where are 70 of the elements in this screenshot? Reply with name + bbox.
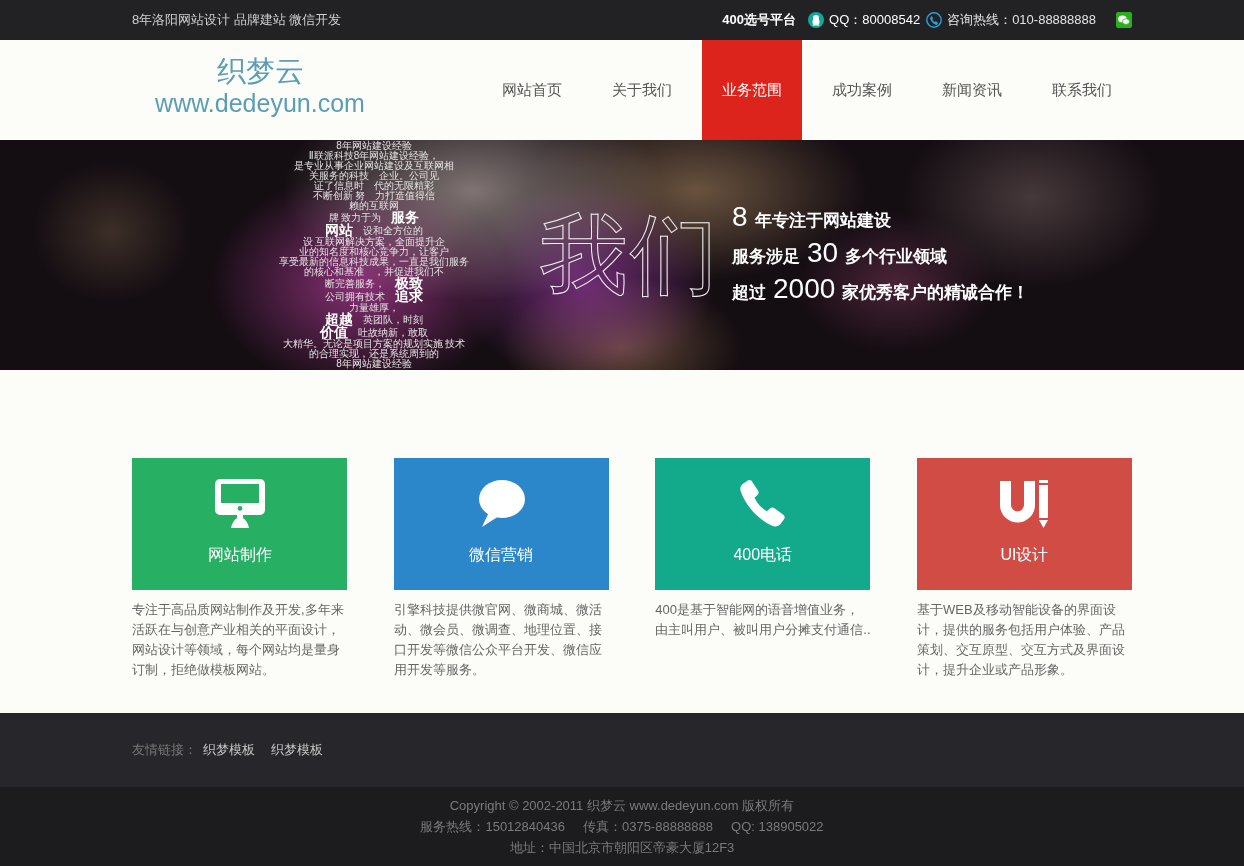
word-cloud-text: 力量雄厚， — [349, 303, 399, 313]
service-description: 基于WEB及移动智能设备的界面设计，提供的服务包括用户体验、产品策划、交互原型、交互方式及界面设计，提升企业或产品形象。 — [916, 601, 1126, 679]
word-cloud-text: 代的无限精彩 — [374, 181, 434, 191]
service-title: 400电话 — [733, 545, 793, 565]
word-cloud-text: 断完善服务， — [325, 278, 385, 289]
nav-item[interactable]: 网站首页 — [482, 40, 582, 140]
service-tile[interactable]: UI设计 — [916, 458, 1132, 590]
word-cloud-text: 证了信息时 — [314, 181, 364, 191]
word-cloud-text: 的合理实现，还是系统周到的 — [309, 349, 439, 359]
slogan-line: 服务涉足 30 多个行业领域 — [732, 237, 949, 270]
service-title: UI设计 — [1000, 545, 1049, 565]
monitor-icon — [213, 478, 266, 530]
logo-url: www.dedeyun.com — [155, 88, 365, 118]
service-title: 网站制作 — [207, 545, 272, 565]
word-cloud-text: 设和全方位的 — [363, 225, 423, 236]
logo-name: 织梦云 — [216, 54, 304, 88]
wechat-icon[interactable] — [1116, 12, 1132, 28]
contact-text: 服务热线：15012840436 — [420, 818, 565, 836]
word-cloud-text: 设 互联网解决方案，全面提升企 — [302, 237, 446, 247]
word-cloud-text: 服务 — [391, 211, 420, 224]
contact-text: 传真：0375-88888888 — [582, 818, 714, 836]
word-cloud-text: 赖的互联网 — [349, 201, 399, 211]
qq-penguin-icon — [808, 12, 825, 28]
slogan-line: 超过 2000 家优秀客户的精诚合作！ — [732, 273, 1030, 306]
nav-item[interactable]: 关于我们 — [592, 40, 692, 140]
ui-pencil-icon — [998, 478, 1051, 530]
word-cloud-text: 关服务的科技 — [309, 171, 369, 181]
word-cloud-text: 企业。公司见 — [379, 171, 439, 181]
service-description: 引擎科技提供微官网、微商城、微活动、微会员、微调查、地理位置、接口开发等微信公众平台开发、微信应用开发等服务。 — [393, 601, 603, 679]
word-cloud-text: 业的知名度和核心竞争力，让客户 — [299, 247, 449, 257]
word-cloud-text: 8年网站建设经验 — [336, 141, 412, 151]
word-cloud-text: 的核心和基准 — [304, 267, 364, 277]
word-cloud-text: 网站 — [325, 224, 353, 237]
slogan-line: 8 年专注于网站建设 — [732, 201, 892, 234]
qq-number-text: QQ：80008542 — [829, 12, 921, 28]
word-cloud-text: Ⅱ联派科技8年网站建设经验， — [308, 151, 440, 161]
contact-text: QQ: 138905022 — [731, 818, 824, 836]
word-cloud-text: 大精华。无论是项目方案的规划实施 技术 — [282, 339, 466, 349]
word-cloud-text: 追求 — [395, 290, 423, 303]
word-cloud-text: 8年网站建设经验 — [336, 359, 412, 369]
service-title: 微信营销 — [469, 545, 534, 565]
nav-item[interactable]: 业务范围 — [702, 40, 802, 140]
word-cloud-text: 不断创新 努 — [312, 191, 366, 201]
headline-text: 我们 — [540, 205, 720, 305]
word-cloud-text: 公司拥有技术 — [325, 291, 385, 302]
word-cloud-text: 吐故纳新，敢取 — [358, 327, 428, 338]
word-cloud-text: 是专业从事企业网站建设及互联网相 — [294, 161, 454, 171]
copyright-text: Copyright © 2002-2011 织梦云 www.dedeyun.com 版权所有 — [449, 797, 795, 815]
word-cloud-text: 享受最新的信息科技成果，一直是我们服务 — [279, 257, 469, 267]
phone-icon — [926, 12, 943, 28]
tagline-text: 8年洛阳网站设计 品牌建站 微信开发 — [132, 12, 342, 28]
nav-item[interactable]: 成功案例 — [812, 40, 912, 140]
word-cloud-text: 极致 — [395, 277, 423, 290]
word-cloud-text: 牌 致力于为 — [328, 212, 382, 223]
service-description: 400是基于智能网的语音增值业务，由主叫用户、被叫用户分摊支付通信.. — [655, 601, 872, 639]
friend-links-label: 友情链接： — [132, 742, 197, 758]
friend-link[interactable]: 织梦模板 — [203, 742, 255, 758]
service-tile[interactable]: 微信营销 — [393, 458, 609, 590]
service-description: 专注于高品质网站制作及开发,多年来活跃在与创意产业相关的平面设计，网站设计等领域，每个网站均是量身订制，拒绝做模板网站。 — [132, 601, 345, 679]
friend-link[interactable]: 织梦模板 — [271, 742, 323, 758]
word-cloud-text: 超越 — [325, 313, 353, 326]
hotline-text: 咨询热线：010-88888888 — [947, 12, 1096, 28]
word-cloud-text: 价值 — [320, 326, 348, 339]
word-cloud-text: 英团队，时刻 — [363, 314, 423, 325]
nav-item[interactable]: 联系我们 — [1032, 40, 1132, 140]
platform-link[interactable]: 400选号平台 — [722, 12, 797, 28]
word-cloud-text: 力打造值得信 — [375, 191, 436, 201]
address-text: 地址：中国北京市朝阳区帝豪大厦12F3 — [509, 839, 735, 857]
nav-item[interactable]: 新闻资讯 — [922, 40, 1022, 140]
word-cloud-text: ，并促进我们不 — [374, 267, 444, 277]
